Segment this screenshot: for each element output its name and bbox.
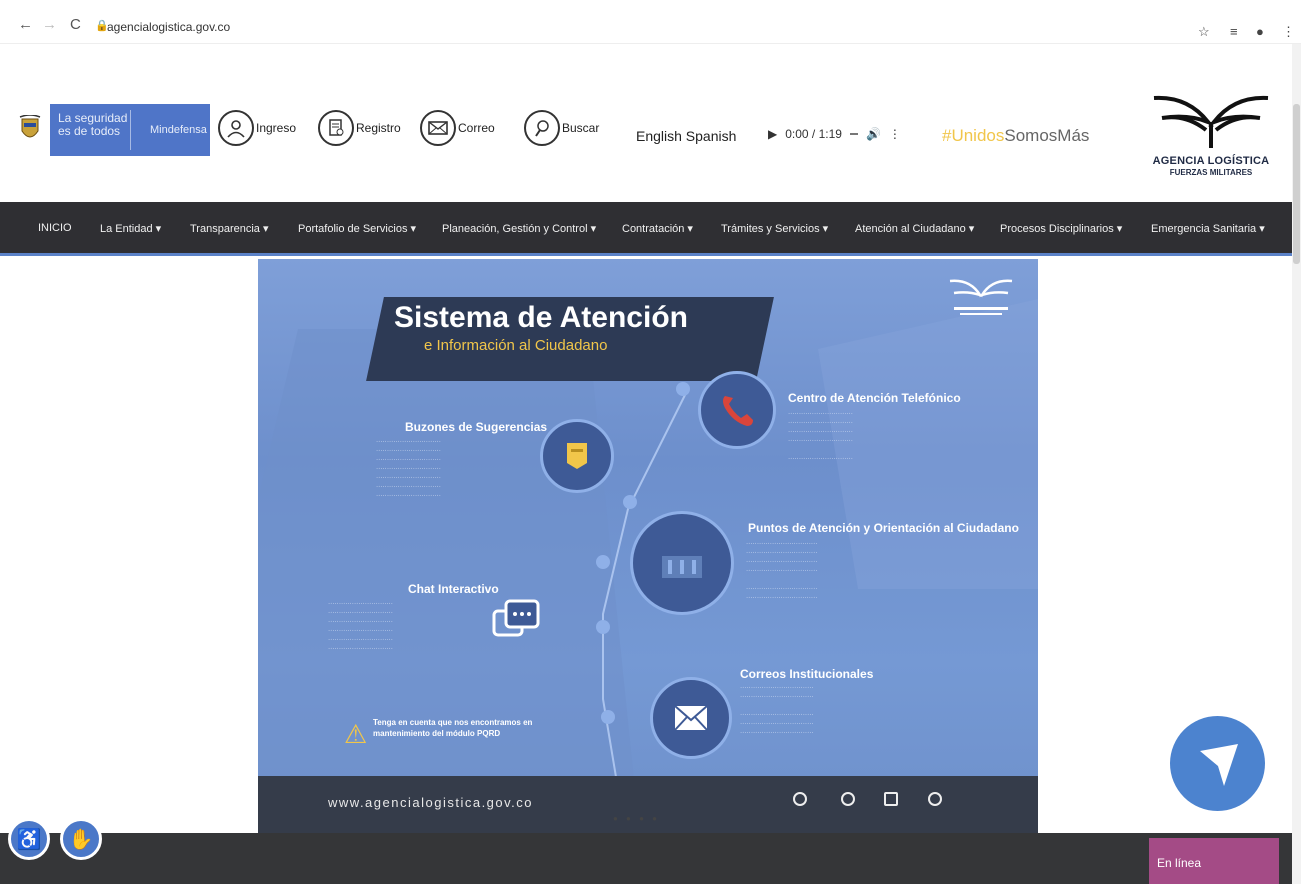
ingreso-label: Ingreso <box>256 121 297 135</box>
centro-heading: Centro de Atención Telefónico <box>788 391 961 405</box>
phone-icon <box>723 396 753 426</box>
banner-subtitle: e Información al Ciudadano <box>424 337 608 354</box>
chat-text: ······························ ··········… <box>328 600 393 652</box>
correo-label: Correo <box>458 121 495 135</box>
hashtag-somosmas: SomosMás <box>1004 126 1090 145</box>
logo-subtitle: FUERZAS MILITARES <box>1169 168 1253 177</box>
star-icon[interactable]: ☆ <box>1198 24 1210 40</box>
centro-text: ······························ ··········… <box>788 410 853 462</box>
buscar-button[interactable]: Buscar <box>524 108 599 148</box>
nav-contratacion[interactable]: Contratación ▾ <box>622 222 693 235</box>
envelope-circle <box>650 677 732 759</box>
bottom-bar <box>0 833 1292 884</box>
nav-la-entidad[interactable]: La Entidad ▾ <box>100 222 161 235</box>
ingreso-button[interactable]: Ingreso <box>218 108 296 148</box>
social-icon-4 <box>928 792 942 806</box>
puntos-text: ································· ·······… <box>746 540 818 601</box>
reload-icon[interactable]: C <box>70 16 81 33</box>
seguridad-line2: es de todos <box>58 124 121 138</box>
back-icon[interactable]: ← <box>18 16 33 33</box>
mailbox-icon <box>567 443 587 469</box>
warning-icon: ⚠ <box>344 719 368 749</box>
nav-atencion[interactable]: Atención al Ciudadano ▾ <box>855 222 974 235</box>
divider <box>130 110 131 150</box>
chat-heading: Chat Interactivo <box>408 582 499 596</box>
buzones-text: ······························ ··········… <box>376 438 441 499</box>
agencia-logistica-logo[interactable]: AGENCIA LOGÍSTICA FUERZAS MILITARES <box>1148 92 1274 192</box>
buzones-heading: Buzones de Sugerencias <box>405 420 548 434</box>
reading-list-icon[interactable]: ≡ <box>1230 24 1238 39</box>
correos-heading: Correos Institucionales <box>740 667 874 681</box>
hashtag-campaign: #UnidosSomosMás <box>942 126 1089 146</box>
banner-title: Sistema de Atención <box>394 301 688 334</box>
language-switcher[interactable]: English Spanish <box>636 128 736 144</box>
audio-time: 0:00 / 1:19 <box>785 127 842 141</box>
volume-icon[interactable]: 🔊 <box>866 127 881 141</box>
chat-icon <box>492 599 540 637</box>
colombia-crest-icon <box>19 115 41 138</box>
correos-text: ·································· ······… <box>740 684 814 736</box>
carousel-dots[interactable]: ● ● ● ● <box>613 814 660 823</box>
building-icon <box>662 556 702 578</box>
correo-button[interactable]: Correo <box>420 108 495 148</box>
browser-toolbar: ← → C 🔒 agencialogistica.gov.co ☆ ≡ ● ⋮ <box>0 0 1301 44</box>
seguridad-banner[interactable]: La seguridad es de todos Mindefensa <box>50 104 210 156</box>
user-icon <box>218 110 254 146</box>
registro-label: Registro <box>356 121 401 135</box>
audio-player[interactable]: ▶ 0:00 / 1:19 🔊 ⋮ <box>768 127 901 141</box>
mailbox-circle <box>540 419 614 493</box>
kebab-menu-icon[interactable]: ⋮ <box>1282 24 1295 40</box>
nav-transparencia[interactable]: Transparencia ▾ <box>190 222 268 235</box>
registro-button[interactable]: Registro <box>318 108 401 148</box>
search-hand-icon <box>524 110 560 146</box>
banner-logo-icon <box>949 279 1013 315</box>
warning-text: Tenga en cuenta que nos encontramos en m… <box>373 718 533 738</box>
phone-circle <box>698 371 776 449</box>
envelope-icon <box>674 705 708 731</box>
nav-emergencia[interactable]: Emergencia Sanitaria ▾ <box>1151 222 1265 235</box>
nav-procesos[interactable]: Procesos Disciplinarios ▾ <box>1000 222 1122 235</box>
logo-title: AGENCIA LOGÍSTICA <box>1152 155 1270 167</box>
nav-portafolio[interactable]: Portafolio de Servicios ▾ <box>298 222 416 235</box>
nav-tramites[interactable]: Trámites y Servicios ▾ <box>721 222 828 235</box>
forward-icon[interactable]: → <box>42 16 57 33</box>
sign-language-icon[interactable]: ✋ <box>60 818 102 860</box>
audio-menu-icon[interactable]: ⋮ <box>889 127 901 141</box>
scrollbar[interactable] <box>1292 44 1301 884</box>
form-icon <box>318 110 354 146</box>
scroll-thumb[interactable] <box>1293 104 1300 264</box>
nav-inicio[interactable]: INICIO <box>38 222 72 234</box>
social-icon-1 <box>793 792 807 806</box>
address-bar[interactable]: agencialogistica.gov.co <box>107 20 230 34</box>
play-icon[interactable]: ▶ <box>768 127 777 141</box>
puntos-heading: Puntos de Atención y Orientación al Ciud… <box>748 521 1019 535</box>
audio-progress[interactable] <box>849 133 858 135</box>
atencion-banner[interactable]: Sistema de Atención e Información al Ciu… <box>258 259 1038 834</box>
main-nav: INICIO La Entidad ▾ Transparencia ▾ Port… <box>0 202 1292 256</box>
building-circle <box>630 511 734 615</box>
hashtag-unidos: #Unidos <box>942 126 1005 145</box>
seguridad-text: La seguridad es de todos <box>58 112 127 138</box>
chat-en-linea-button[interactable]: En línea <box>1149 838 1279 884</box>
mindefensa-label: Mindefensa <box>150 124 207 136</box>
banner-footer-url: www.agencialogistica.gov.co <box>328 795 534 810</box>
navigation-fab[interactable] <box>1170 716 1265 811</box>
wheelchair-accessibility-icon[interactable]: ♿ <box>8 818 50 860</box>
social-icon-2 <box>841 792 855 806</box>
buscar-label: Buscar <box>562 121 600 135</box>
wings-logo-icon <box>1153 95 1269 148</box>
nav-planeacion[interactable]: Planeación, Gestión y Control ▾ <box>442 222 596 235</box>
mail-icon <box>420 110 456 146</box>
profile-icon[interactable]: ● <box>1256 24 1264 39</box>
en-linea-label: En línea <box>1157 856 1202 870</box>
social-icon-3 <box>884 792 898 806</box>
navigation-arrow-icon <box>1200 744 1238 786</box>
